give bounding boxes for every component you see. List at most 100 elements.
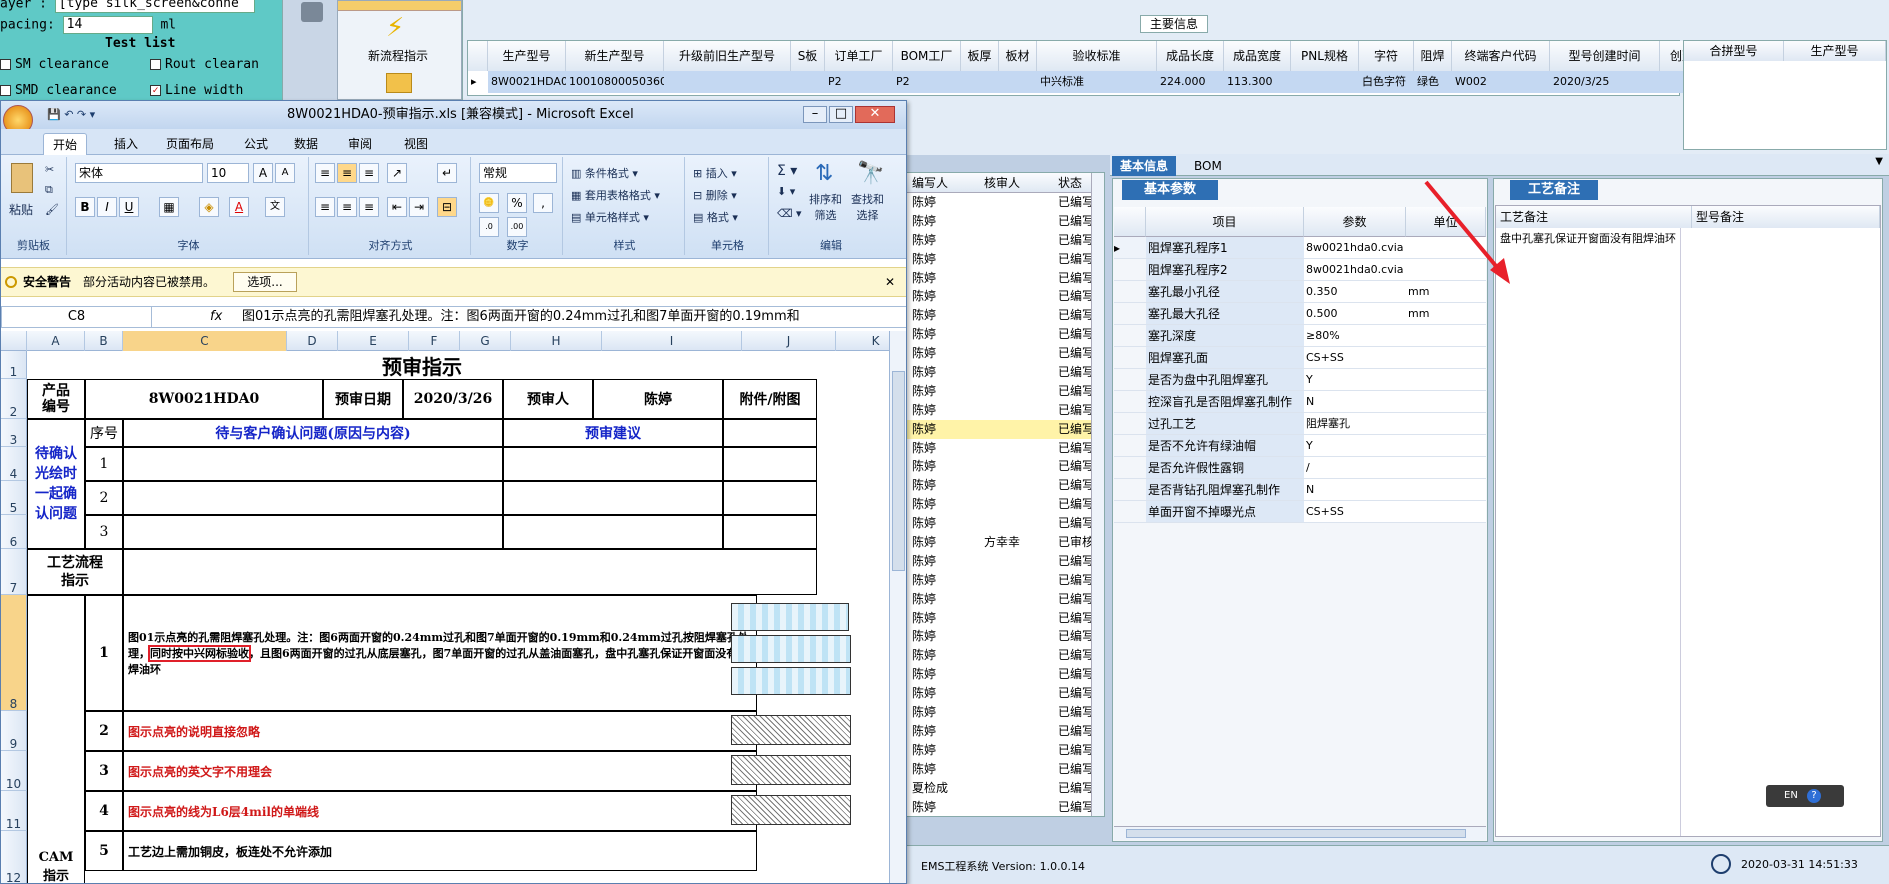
main-col-header[interactable]: 新生产型号: [566, 41, 664, 71]
phonetic-icon[interactable]: 文: [265, 197, 285, 217]
attach-1[interactable]: [723, 447, 817, 481]
list-item[interactable]: 陈婷 已编写: [906, 609, 1104, 628]
maximize-icon[interactable]: □: [829, 106, 853, 123]
attach-cell[interactable]: [723, 419, 817, 447]
format-painter-icon[interactable]: 🖌: [45, 203, 59, 216]
flow-cell[interactable]: [123, 549, 817, 595]
main-col-header[interactable]: 成品长度: [1157, 41, 1224, 71]
align-bottom-icon[interactable]: ≡: [359, 163, 379, 183]
number-format-select[interactable]: 常规: [479, 163, 557, 183]
list-item[interactable]: 陈婷 已编写: [906, 250, 1104, 269]
autosum-icon[interactable]: Σ ▾: [777, 163, 797, 179]
align-middle-icon[interactable]: ≡: [337, 163, 357, 183]
options-button[interactable]: 选项...: [233, 272, 297, 292]
main-row-cell[interactable]: 224.000: [1157, 71, 1224, 93]
list-item[interactable]: 陈婷 方幸幸 已审核: [906, 533, 1104, 552]
name-box[interactable]: C8: [2, 307, 152, 327]
param-cell-u[interactable]: [1406, 479, 1486, 501]
main-col-header[interactable]: 生产型号: [488, 41, 566, 71]
list-item[interactable]: 陈婷 已编写: [906, 590, 1104, 609]
column-header[interactable]: A: [27, 331, 85, 351]
row-header[interactable]: 10: [1, 751, 27, 791]
reviewer[interactable]: 陈婷: [593, 379, 723, 419]
list-item[interactable]: 陈婷 已编写: [906, 231, 1104, 250]
param-cell-k[interactable]: 控深盲孔是否阻焊塞孔制作: [1146, 391, 1304, 413]
select-all-corner[interactable]: [1, 331, 27, 351]
find-select-button[interactable]: 查找和 选择: [851, 191, 884, 223]
column-header[interactable]: H: [511, 331, 602, 351]
help-icon[interactable]: ?: [1807, 789, 1821, 803]
param-cell-u[interactable]: [1406, 435, 1486, 457]
close-icon[interactable]: ✕: [855, 106, 895, 123]
suggest-1[interactable]: [503, 447, 723, 481]
row-header[interactable]: 12: [1, 831, 27, 883]
checkbox-sm[interactable]: [0, 59, 11, 70]
merge-cells-icon[interactable]: ⊟: [437, 197, 457, 217]
fx-icon[interactable]: fx: [210, 307, 222, 327]
column-header[interactable]: C: [123, 331, 287, 351]
param-cell-k[interactable]: 塞孔最小孔径: [1146, 281, 1304, 303]
opt-smd-clearance[interactable]: SMD clearance: [0, 83, 117, 98]
ribbon-tab[interactable]: 审阅: [339, 133, 381, 155]
row-header[interactable]: 6: [1, 515, 27, 549]
param-cell-v[interactable]: ≥80%: [1304, 325, 1406, 347]
italic-icon[interactable]: I: [97, 197, 117, 217]
main-row-cell[interactable]: [1291, 71, 1359, 93]
main-row-cell[interactable]: 2020/3/25: [1550, 71, 1660, 93]
row-header[interactable]: 8: [1, 595, 27, 711]
currency-icon[interactable]: 🪙: [479, 193, 499, 213]
ribbon-tab[interactable]: 插入: [105, 133, 147, 155]
main-row-cell[interactable]: [999, 71, 1037, 93]
main-col-header[interactable]: 终端客户代码: [1452, 41, 1550, 71]
list-item[interactable]: 陈婷 已编写: [906, 439, 1104, 458]
item-2-no[interactable]: 2: [85, 711, 123, 751]
percent-icon[interactable]: %: [507, 193, 527, 213]
list-item[interactable]: 陈婷 已编写: [906, 363, 1104, 382]
column-header[interactable]: B: [85, 331, 123, 351]
param-cell-k[interactable]: 塞孔深度: [1146, 325, 1304, 347]
confirm-label[interactable]: 待确认 光绘时 一起确 认问题: [27, 419, 85, 549]
issue-1[interactable]: [123, 447, 503, 481]
language-indicator[interactable]: EN ?: [1766, 785, 1844, 807]
review-date[interactable]: 2020/3/26: [403, 379, 503, 419]
item-4-text[interactable]: 图示点亮的线为L6层4mil的单端线: [123, 791, 757, 831]
attach-3[interactable]: [723, 515, 817, 549]
issue-header[interactable]: 待与客户确认问题(原因与内容): [123, 419, 503, 447]
main-col-header[interactable]: S板: [791, 41, 825, 71]
list-item[interactable]: 陈婷 已编写: [906, 325, 1104, 344]
item-1-text[interactable]: 图01示点亮的孔需阻焊塞孔处理。注：图6两面开窗的0.24mm过孔和图7单面开窗…: [123, 595, 757, 711]
delete-cells-button[interactable]: ⊟ 删除 ▾: [693, 187, 737, 203]
list-item[interactable]: 陈婷 已编写: [906, 476, 1104, 495]
param-cell-u[interactable]: [1406, 391, 1486, 413]
seq-label[interactable]: 序号: [85, 419, 123, 447]
main-row-cell[interactable]: [961, 71, 999, 93]
close-warning-icon[interactable]: ✕: [885, 268, 895, 296]
column-header[interactable]: F: [409, 331, 460, 351]
layer-field[interactable]: [type silk_screen&conne: [54, 0, 255, 13]
product-no[interactable]: 8W0021HDA0: [85, 379, 323, 419]
formula-input[interactable]: 图01示点亮的孔需阻焊塞孔处理。注：图6两面开窗的0.24mm过孔和图7单面开窗…: [242, 307, 882, 327]
main-col-header[interactable]: 板材: [999, 41, 1037, 71]
attach-2[interactable]: [723, 481, 817, 515]
attachment-image-04[interactable]: [731, 795, 851, 825]
main-col-header[interactable]: 板厚: [961, 41, 999, 71]
list-item[interactable]: 陈婷 已编写: [906, 495, 1104, 514]
bold-icon[interactable]: B: [75, 197, 95, 217]
main-col-header[interactable]: 阻焊: [1414, 41, 1452, 71]
list-item[interactable]: 陈婷 已编写: [906, 684, 1104, 703]
fill-color-icon[interactable]: ◈: [199, 197, 219, 217]
attachment-image-02[interactable]: [731, 715, 851, 745]
issue-2[interactable]: [123, 481, 503, 515]
list-item[interactable]: 陈婷 已编写: [906, 665, 1104, 684]
font-color-icon[interactable]: A: [229, 197, 249, 217]
list-item[interactable]: 陈婷 已编写: [906, 382, 1104, 401]
main-col-header[interactable]: 成品宽度: [1224, 41, 1291, 71]
item-5-text[interactable]: 工艺边上需加铜皮，板连处不允许添加: [123, 831, 757, 871]
review-date-label[interactable]: 预审日期: [323, 379, 403, 419]
list-item[interactable]: 陈婷 已编写: [906, 401, 1104, 420]
main-col-header[interactable]: PNL规格: [1291, 41, 1359, 71]
param-cell-v[interactable]: Y: [1304, 435, 1406, 457]
attachment-image-7[interactable]: [731, 667, 851, 695]
row-header[interactable]: 9: [1, 711, 27, 751]
minimize-icon[interactable]: –: [803, 106, 827, 123]
